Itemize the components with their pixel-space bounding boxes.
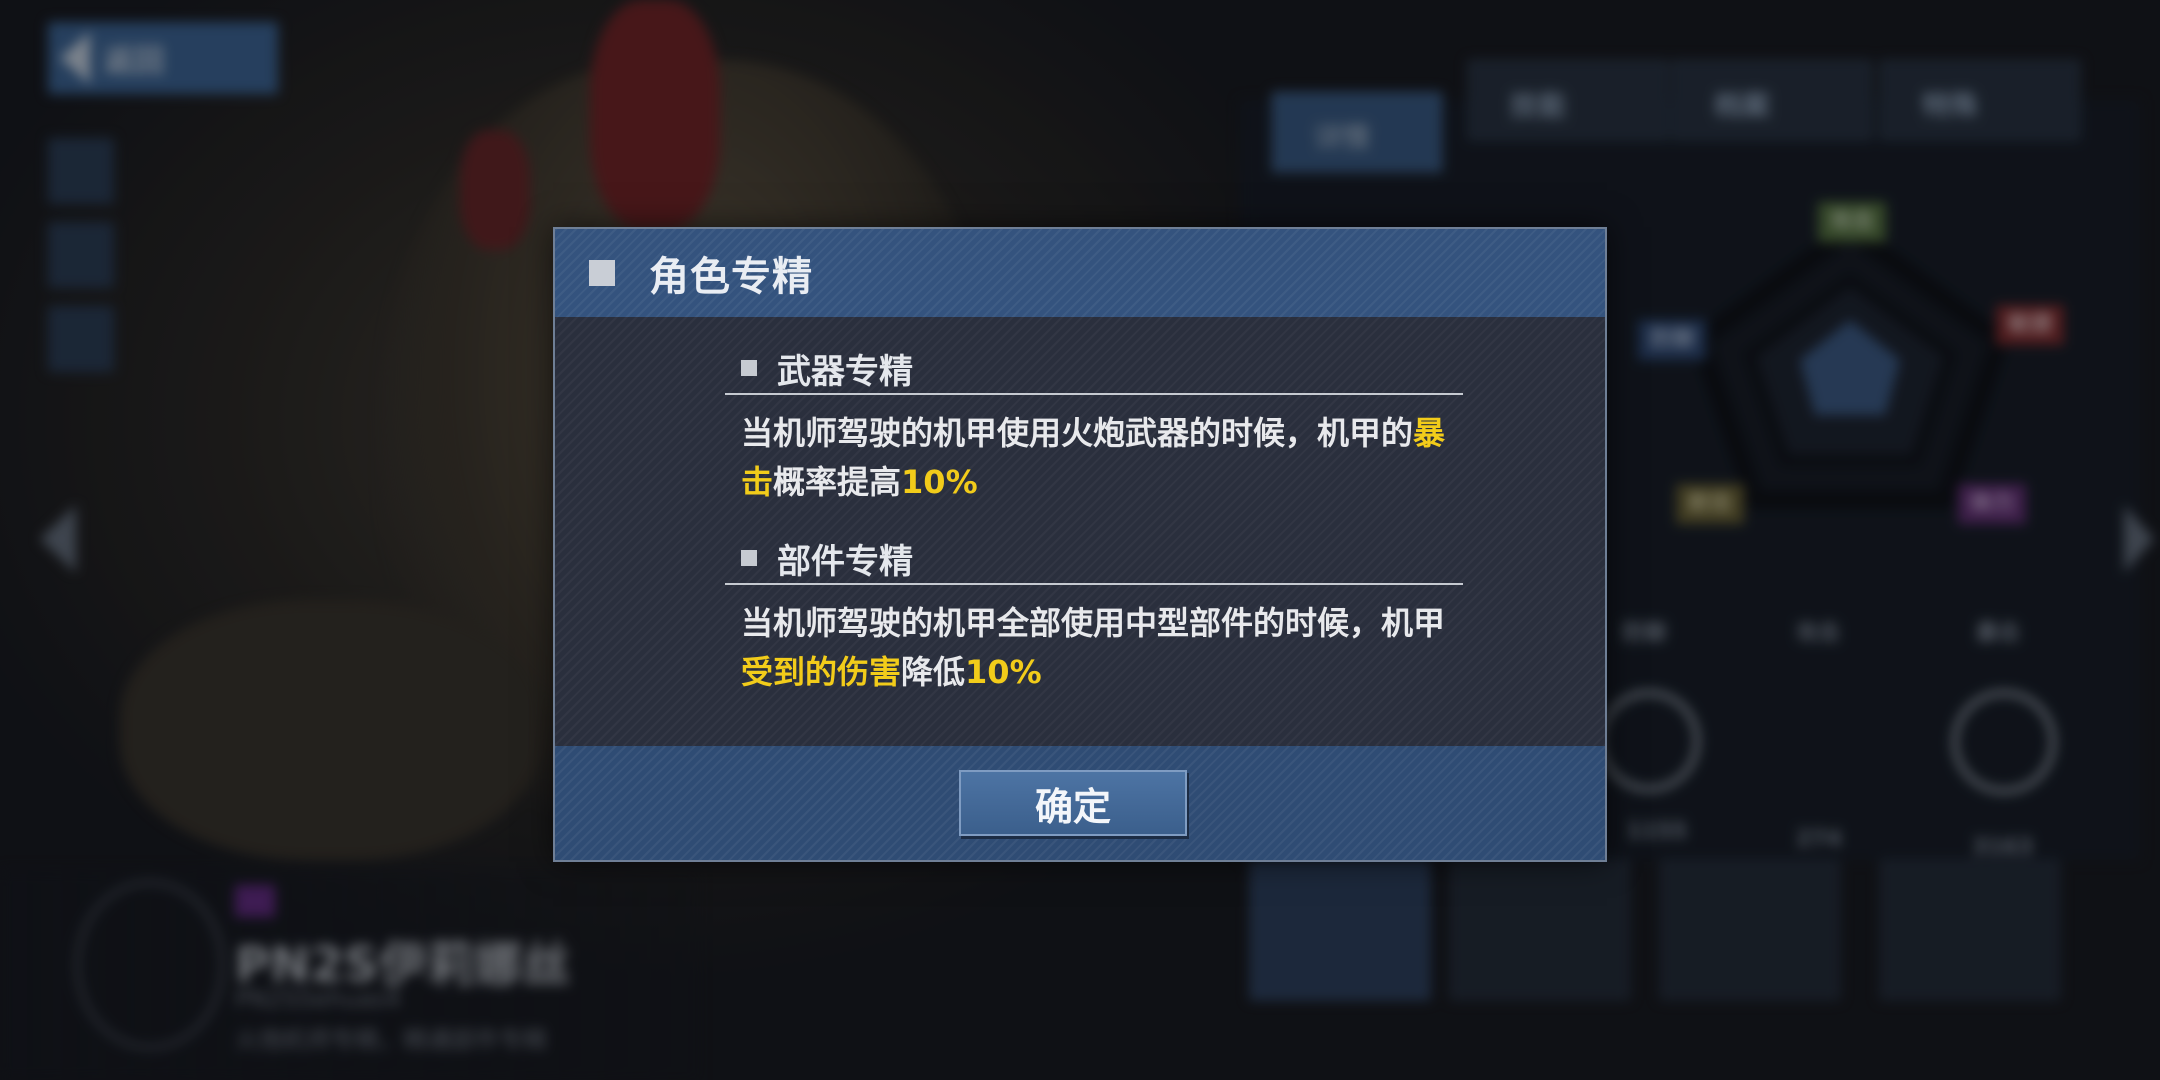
role-specialization-dialog: 角色专精 武器专精 当机师驾驶的机甲使用火炮武器的时候，机甲的暴 击概率提高10… [553, 227, 1607, 862]
description-text: 降低 [901, 653, 966, 691]
section-heading: 武器专精 [777, 351, 913, 392]
section-heading-row: 部件专精 [725, 533, 1463, 585]
weapon-specialization-section: 武器专精 当机师驾驶的机甲使用火炮武器的时候，机甲的暴 击概率提高10% [725, 343, 1463, 507]
description-line-1: 当机师驾驶的机甲全部使用中型部件的时候，机甲 [741, 599, 1463, 648]
description-value: 10% [965, 653, 1042, 691]
description-text: 当机师驾驶的机甲使用火炮武器的时候，机甲的 [741, 414, 1414, 452]
description-highlight: 受到的伤害 [741, 653, 902, 691]
section-bullet-icon [741, 360, 757, 376]
section-heading-row: 武器专精 [725, 343, 1463, 395]
dialog-title: 角色专精 [649, 254, 813, 300]
description-text: 当机师驾驶的机甲全部使用中型部件的时候，机甲 [741, 604, 1446, 642]
description-text: 概率提高 [773, 463, 902, 501]
part-specialization-section: 部件专精 当机师驾驶的机甲全部使用中型部件的时候，机甲 受到的伤害降低10% [725, 533, 1463, 697]
dialog-header: 角色专精 [555, 229, 1605, 317]
description-line-2: 击概率提高10% [741, 458, 1463, 507]
section-bullet-icon [741, 550, 757, 566]
section-heading: 部件专精 [777, 541, 913, 582]
header-square-icon [589, 260, 615, 286]
section-description: 当机师驾驶的机甲全部使用中型部件的时候，机甲 受到的伤害降低10% [725, 585, 1463, 697]
section-description: 当机师驾驶的机甲使用火炮武器的时候，机甲的暴 击概率提高10% [725, 395, 1463, 507]
description-line-2: 受到的伤害降低10% [741, 648, 1463, 697]
description-highlight: 击 [741, 463, 774, 501]
description-line-1: 当机师驾驶的机甲使用火炮武器的时候，机甲的暴 [741, 409, 1463, 458]
confirm-button[interactable]: 确定 [959, 770, 1187, 836]
description-value: 10% [901, 463, 978, 501]
description-highlight: 暴 [1413, 414, 1446, 452]
dialog-footer: 确定 [555, 746, 1605, 860]
